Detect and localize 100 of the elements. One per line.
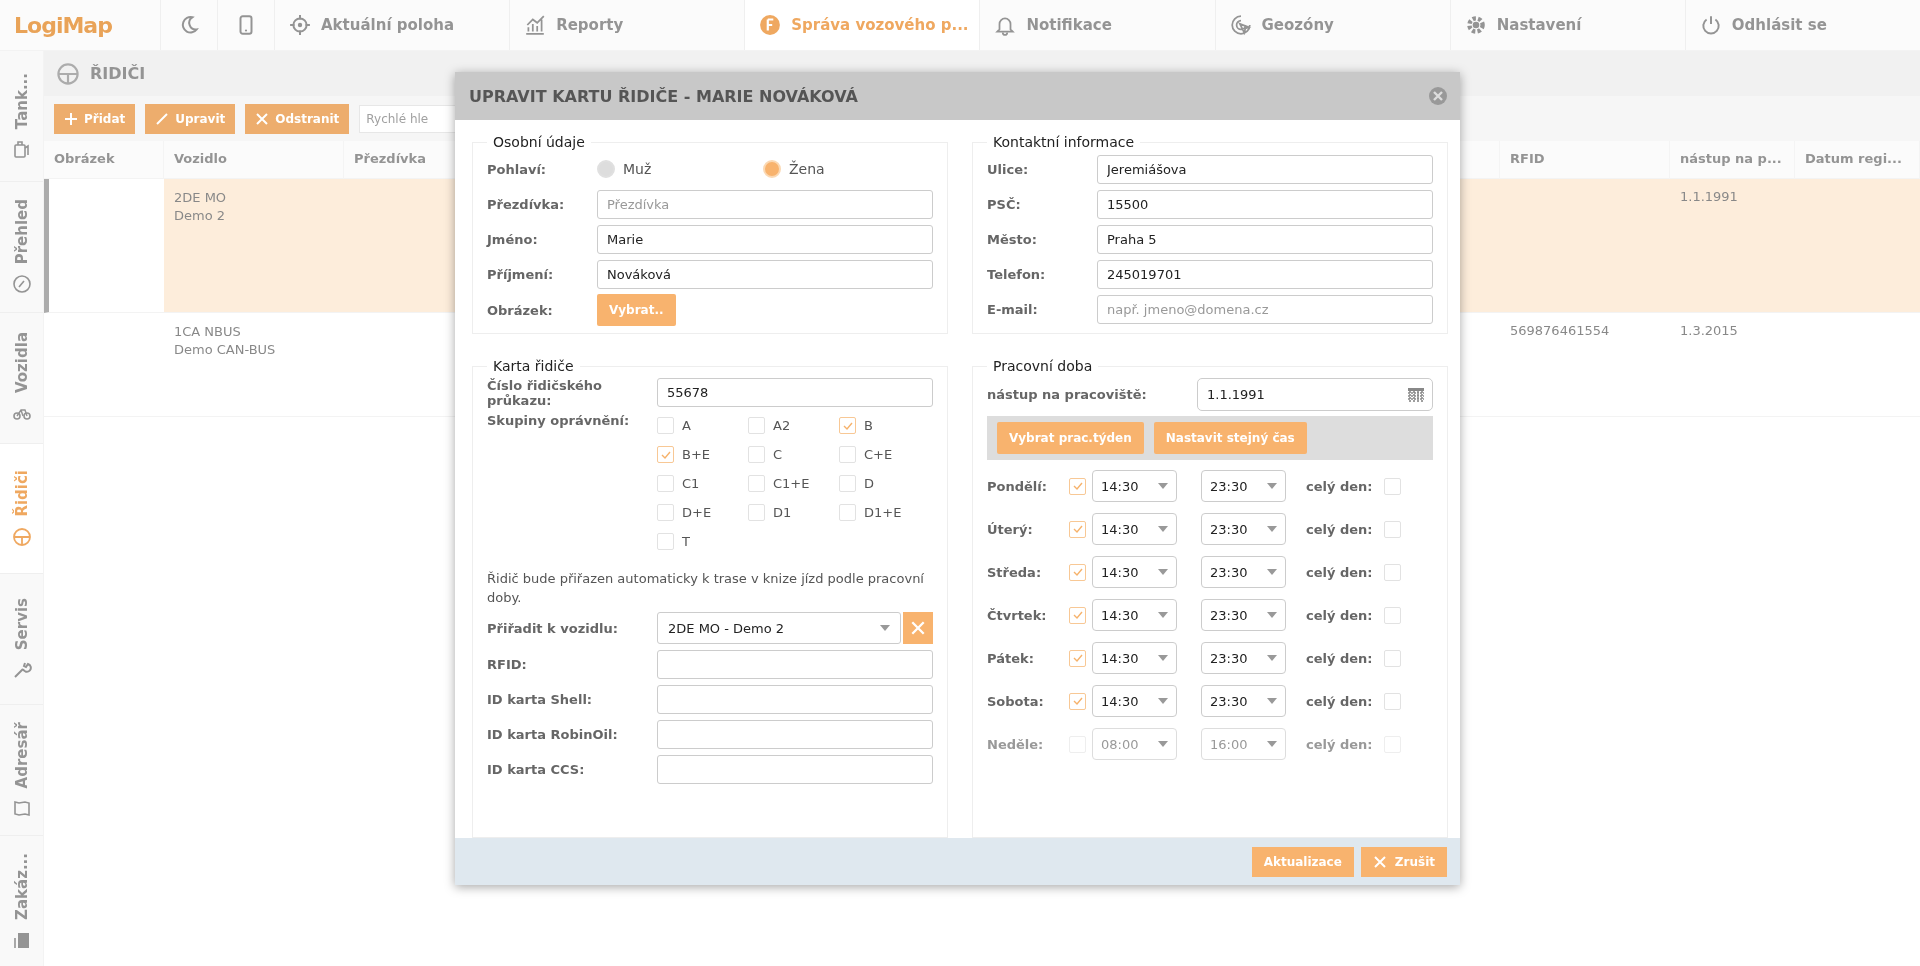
- checkbox[interactable]: [748, 475, 765, 492]
- column-header[interactable]: Vozidlo: [164, 141, 344, 179]
- checkbox-label: C1+E: [773, 476, 810, 491]
- radio-button[interactable]: [597, 160, 615, 178]
- input-field[interactable]: 245019701: [1097, 259, 1433, 289]
- time-select[interactable]: 14:30: [1092, 599, 1177, 631]
- input-field[interactable]: Nováková: [597, 259, 933, 289]
- time-select[interactable]: 14:30: [1092, 685, 1177, 717]
- checkbox[interactable]: [839, 446, 856, 463]
- time-select[interactable]: 14:30: [1092, 513, 1177, 545]
- time-select[interactable]: 23:30: [1201, 685, 1286, 717]
- checkbox[interactable]: [657, 504, 674, 521]
- input-field[interactable]: např. jmeno@domena.cz: [1097, 294, 1433, 324]
- close-icon: [910, 620, 926, 636]
- time-select[interactable]: 14:30: [1092, 642, 1177, 674]
- day-label: Středa:: [987, 564, 1043, 580]
- checkbox[interactable]: [748, 417, 765, 434]
- checkbox[interactable]: [657, 475, 674, 492]
- input-field[interactable]: 55678: [657, 378, 933, 407]
- input-field[interactable]: Přezdívka: [597, 189, 933, 219]
- field-label: Ulice:: [987, 161, 1030, 177]
- input-field[interactable]: [657, 684, 933, 714]
- checkbox[interactable]: [1069, 563, 1086, 581]
- checkbox[interactable]: [1069, 477, 1086, 495]
- close-icon[interactable]: [1428, 86, 1448, 106]
- checkbox[interactable]: [1069, 520, 1086, 538]
- all-day-label: celý den:: [1306, 564, 1374, 580]
- input-field[interactable]: [657, 649, 933, 679]
- nav-item[interactable]: Odhlásit se: [1684, 0, 1920, 50]
- footer-button[interactable]: Zrušit: [1360, 846, 1447, 877]
- time-select[interactable]: 23:30: [1201, 599, 1286, 631]
- column-header[interactable]: RFID: [1500, 141, 1670, 179]
- vehicle-text: 2DE MO: [174, 189, 228, 207]
- clear-button[interactable]: [903, 612, 933, 644]
- action-button[interactable]: Vybrat prac.týden: [997, 422, 1144, 454]
- checkbox[interactable]: [748, 446, 765, 463]
- checkbox[interactable]: [657, 417, 674, 434]
- checkbox[interactable]: [657, 446, 674, 463]
- checkbox[interactable]: [839, 417, 856, 434]
- sidebar-tab[interactable]: Servis: [0, 574, 43, 706]
- input-field[interactable]: Jeremiášova: [1097, 154, 1433, 184]
- time-select[interactable]: 23:30: [1201, 642, 1286, 674]
- input-field[interactable]: Marie: [597, 224, 933, 254]
- page-title: ŘIDIČI: [90, 64, 146, 83]
- toolbar-button[interactable]: Přidat: [54, 103, 136, 134]
- checkbox[interactable]: [1384, 563, 1401, 581]
- checkbox[interactable]: [1069, 692, 1086, 710]
- nav-item[interactable]: Notifikace: [979, 0, 1215, 50]
- sidebar-tab[interactable]: Vozidla: [0, 312, 43, 444]
- checkbox[interactable]: [839, 504, 856, 521]
- column-header[interactable]: Datum regi...: [1795, 141, 1920, 179]
- checkbox[interactable]: [1384, 520, 1401, 538]
- time-select[interactable]: 08:00: [1092, 728, 1177, 760]
- sidebar-tab[interactable]: Adresář: [0, 705, 43, 837]
- time-select[interactable]: 14:30: [1092, 470, 1177, 502]
- field-label: Město:: [987, 231, 1038, 247]
- nav-item[interactable]: Aktuální poloha: [274, 0, 510, 50]
- time-select[interactable]: 23:30: [1201, 513, 1286, 545]
- field-label: RFID:: [487, 656, 528, 672]
- checkbox[interactable]: [657, 533, 674, 550]
- checkbox[interactable]: [1069, 649, 1086, 667]
- checkbox[interactable]: [839, 475, 856, 492]
- time-select[interactable]: 23:30: [1201, 470, 1286, 502]
- input-field[interactable]: Praha 5: [1097, 224, 1433, 254]
- time-select[interactable]: 23:30: [1201, 556, 1286, 588]
- time-select[interactable]: 14:30: [1092, 556, 1177, 588]
- sidebar-tab[interactable]: Řidiči: [0, 443, 43, 575]
- all-day-label: celý den:: [1306, 693, 1374, 709]
- checkbox-label: D1: [773, 505, 792, 520]
- choose-button[interactable]: Vybrat..: [597, 294, 676, 326]
- input-field[interactable]: [657, 719, 933, 749]
- close-icon: [1372, 854, 1387, 869]
- date-field[interactable]: 1.1.1991: [1197, 378, 1433, 411]
- radio-button[interactable]: [763, 160, 781, 178]
- time-select[interactable]: 16:00: [1201, 728, 1286, 760]
- checkbox[interactable]: [748, 504, 765, 521]
- sidebar-tab[interactable]: Přehled: [0, 181, 43, 313]
- app-logo[interactable]: LogiMap: [0, 0, 160, 50]
- input-field[interactable]: [657, 754, 933, 784]
- action-button[interactable]: Nastavit stejný čas: [1153, 422, 1307, 454]
- footer-button[interactable]: Aktualizace: [1251, 846, 1354, 877]
- checkbox[interactable]: [1384, 649, 1401, 667]
- checkbox[interactable]: [1069, 606, 1086, 624]
- field-label: ID karta RobinOil:: [487, 726, 619, 742]
- nav-item[interactable]: Geozóny: [1214, 0, 1450, 50]
- sidebar-tab[interactable]: Tank...: [0, 51, 43, 182]
- column-header[interactable]: Obrázek: [44, 141, 164, 179]
- checkbox[interactable]: [1384, 606, 1401, 624]
- checkbox[interactable]: [1384, 477, 1401, 495]
- vehicle-select[interactable]: 2DE MO - Demo 2: [657, 612, 901, 644]
- nav-item[interactable]: Nastavení: [1449, 0, 1685, 50]
- toolbar-button[interactable]: Upravit: [145, 103, 236, 134]
- column-header[interactable]: nástup na p...: [1670, 141, 1795, 179]
- checkbox-label: T: [682, 534, 690, 549]
- toolbar-button[interactable]: Odstranit: [245, 103, 350, 134]
- nav-item[interactable]: Správa vozového p...: [744, 0, 980, 50]
- sidebar-tab[interactable]: Zakáz...: [0, 836, 43, 966]
- field-label: Telefon:: [987, 266, 1047, 282]
- input-field[interactable]: 15500: [1097, 189, 1433, 219]
- checkbox[interactable]: [1384, 692, 1401, 710]
